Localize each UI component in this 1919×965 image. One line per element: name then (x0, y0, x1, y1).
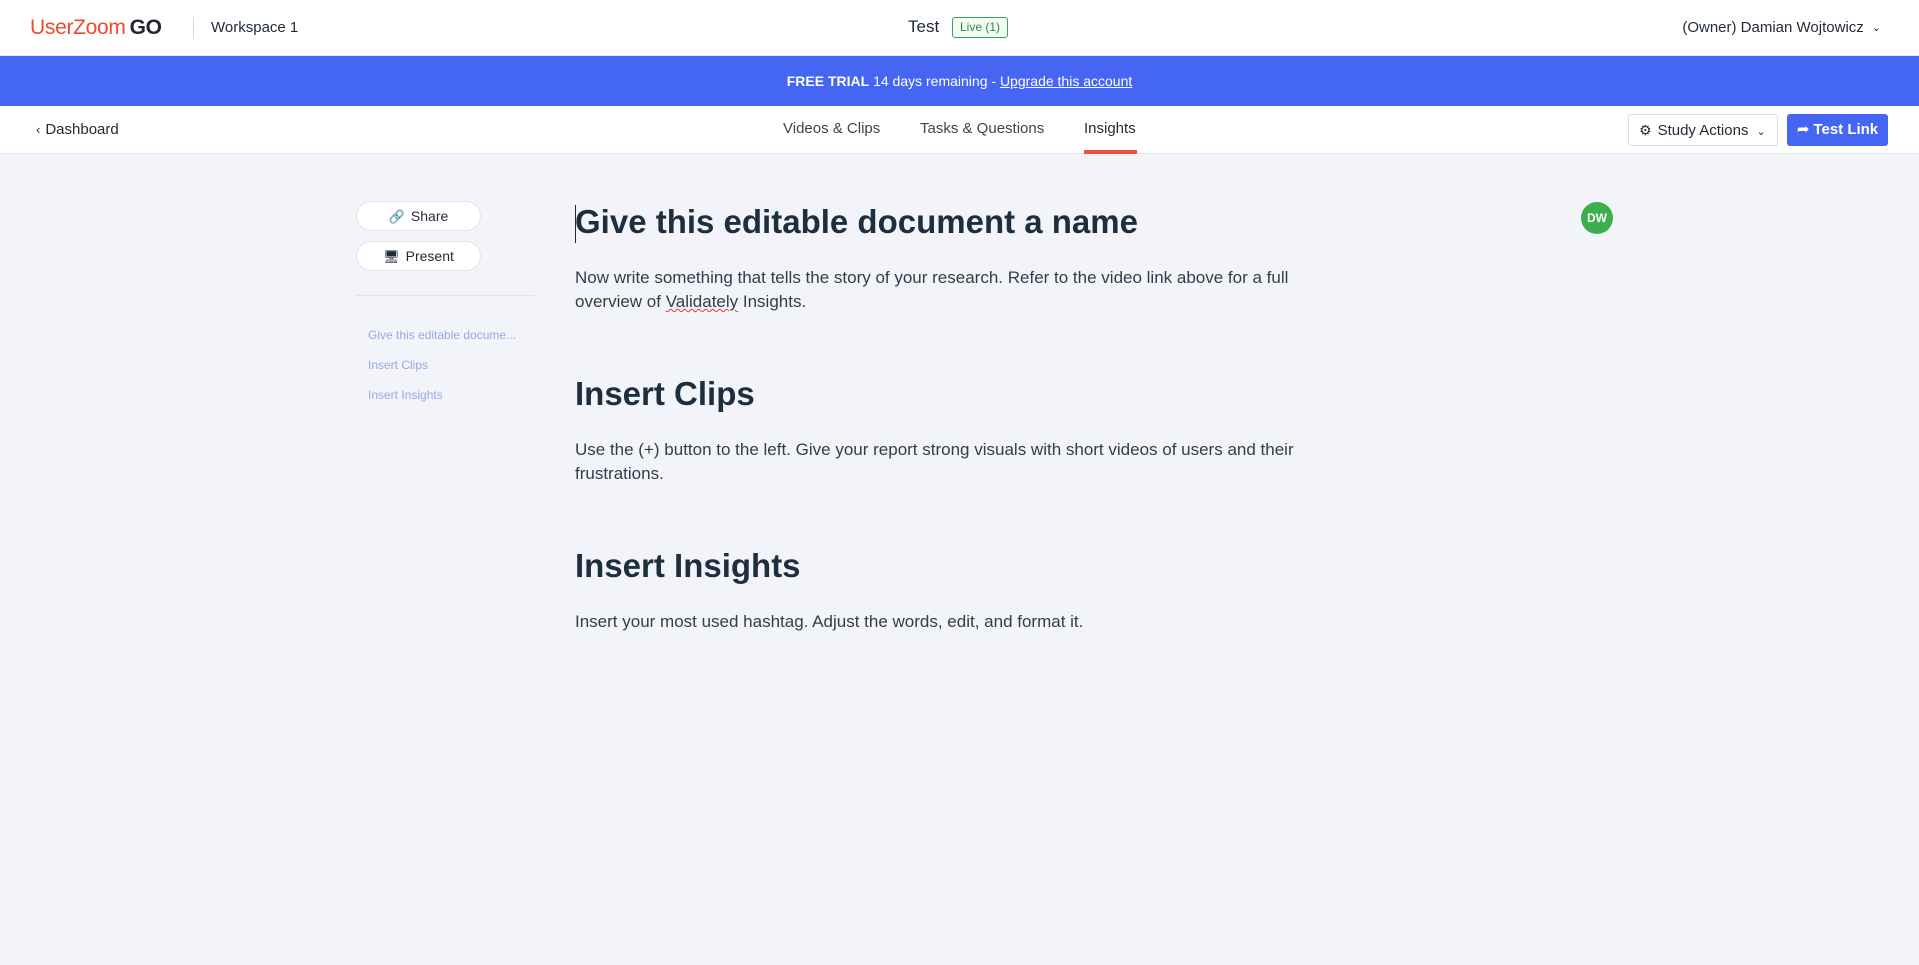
tab-videos-clips[interactable]: Videos & Clips (783, 120, 880, 137)
insert-insights-heading[interactable]: Insert Insights (575, 547, 801, 585)
userzoom-logo[interactable]: UserZoom GO (30, 16, 162, 40)
insert-clips-paragraph[interactable]: Use the (+) button to the left. Give you… (575, 438, 1335, 486)
owner-menu[interactable]: (Owner) Damian Wojtowicz ⌄ (1682, 19, 1881, 36)
study-actions-button[interactable]: ⚙ Study Actions ⌄ (1628, 114, 1778, 146)
free-trial-banner: FREE TRIAL 14 days remaining - Upgrade t… (0, 56, 1919, 106)
study-nav-bar: ‹ Dashboard Videos & Clips Tasks & Questi… (0, 106, 1919, 154)
insert-insights-paragraph[interactable]: Insert your most used hashtag. Adjust th… (575, 610, 1335, 634)
insert-clips-heading[interactable]: Insert Clips (575, 375, 755, 413)
sidebar-divider (356, 295, 535, 296)
active-tab-indicator (1084, 150, 1137, 154)
chevron-down-icon: ⌄ (1756, 126, 1766, 138)
present-label: Present (405, 248, 454, 264)
logo-primary: UserZoom (30, 16, 126, 39)
dashboard-back-link[interactable]: ‹ Dashboard (36, 121, 119, 138)
trial-label: FREE TRIAL (786, 73, 870, 89)
misspelled-word: Validately (665, 292, 739, 311)
intro-text-end: Insights. (738, 292, 807, 311)
dashboard-label: Dashboard (45, 121, 119, 138)
logo-secondary: GO (129, 16, 162, 39)
user-avatar[interactable]: DW (1581, 202, 1613, 234)
chevron-left-icon: ‹ (36, 122, 41, 137)
toc-item-insert-clips[interactable]: Insert Clips (368, 358, 428, 372)
document-title-heading[interactable]: Give this editable document a name (575, 203, 1138, 241)
share-arrow-icon: ➦ (1796, 121, 1810, 138)
intro-paragraph[interactable]: Now write something that tells the story… (575, 266, 1335, 314)
test-link-label: Test Link (1813, 121, 1879, 138)
toc-item-insert-insights[interactable]: Insert Insights (368, 388, 443, 402)
trial-text: 14 days remaining - (869, 73, 1000, 89)
top-bar: UserZoom GO Workspace 1 Test Live (1) (Ow… (0, 0, 1919, 56)
workspace-name[interactable]: Workspace 1 (211, 19, 298, 36)
logo-divider (193, 17, 194, 39)
test-title: Test (908, 17, 940, 36)
gear-icon: ⚙ (1639, 122, 1652, 138)
link-icon: 🔗 (388, 209, 405, 224)
live-status-badge: Live (1) (952, 17, 1009, 38)
tab-tasks-questions[interactable]: Tasks & Questions (920, 120, 1044, 137)
owner-name: (Owner) Damian Wojtowicz (1682, 19, 1864, 36)
chevron-down-icon: ⌄ (1871, 22, 1881, 34)
share-label: Share (410, 208, 449, 224)
test-link-button[interactable]: ➦ Test Link (1787, 114, 1888, 146)
upgrade-account-link[interactable]: Upgrade this account (1000, 73, 1132, 89)
toc-item-document-name[interactable]: Give this editable docume... (368, 328, 516, 342)
present-button[interactable]: 🖥 Present (356, 241, 481, 271)
tab-insights[interactable]: Insights (1084, 120, 1136, 137)
monitor-icon: 🖥 (383, 249, 400, 264)
share-button[interactable]: 🔗 Share (356, 201, 481, 231)
study-actions-label: Study Actions (1657, 122, 1749, 139)
